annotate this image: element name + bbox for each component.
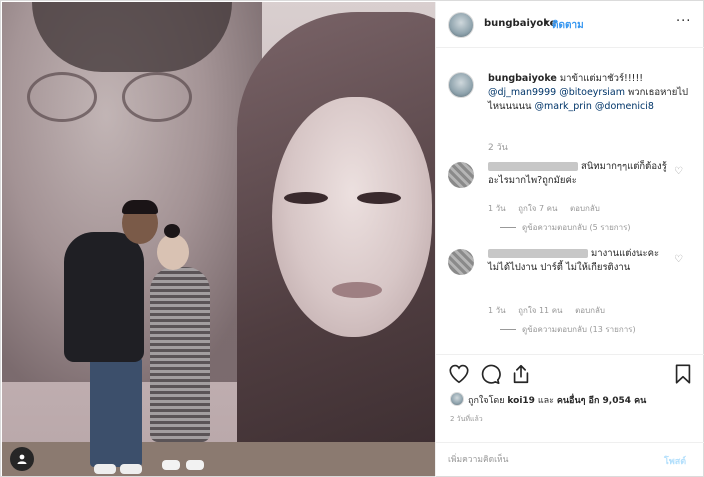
poster-glasses-left — [27, 72, 97, 122]
reply-button[interactable]: ตอบกลับ — [575, 306, 605, 315]
poster-lips — [332, 282, 382, 298]
likes-others-count[interactable]: คนอื่นๆ อีก 9,054 คน — [557, 396, 646, 406]
user-tag-button[interactable] — [10, 447, 34, 471]
comment-text: สนิทมากๆๆแต่ก็ต้องรู้อะไรมากไพ?ถูกมัยค่ะ — [488, 160, 673, 188]
comment-meta: 1 วัน ถูกใจ 11 คน ตอบกลับ — [488, 304, 615, 317]
post-side-panel: bungbaiyoke • ติดตาม ··· bungbaiyoke มาข… — [435, 2, 704, 477]
liker-username[interactable]: koi19 — [507, 396, 535, 406]
poster-woman-face — [272, 97, 432, 337]
floor — [2, 442, 435, 476]
comment-time[interactable]: 1 วัน — [488, 306, 506, 315]
comment-meta: 1 วัน ถูกใจ 7 คน ตอบกลับ — [488, 202, 610, 215]
instagram-post: bungbaiyoke • ติดตาม ··· bungbaiyoke มาข… — [0, 0, 704, 477]
heart-icon[interactable] — [448, 363, 470, 385]
blurred-username — [488, 249, 588, 258]
poster-eye-right — [357, 192, 401, 204]
woman-body — [150, 267, 210, 442]
comment-input[interactable] — [448, 451, 648, 469]
view-replies-label: ดูข้อความตอบกลับ (13 รายการ) — [522, 325, 636, 334]
mention-link[interactable]: @domenici8 — [595, 101, 654, 112]
shoe — [162, 460, 180, 470]
replies-dash — [500, 329, 516, 330]
likes-summary[interactable]: ถูกใจโดย koi19 และ คนอื่นๆ อีก 9,054 คน — [468, 393, 646, 407]
caption-avatar[interactable] — [448, 72, 474, 98]
comment-like-icon[interactable]: ♡ — [674, 254, 683, 265]
comment-like-count[interactable]: ถูกใจ 7 คน — [518, 204, 557, 213]
man-hair — [122, 200, 158, 214]
likes-conjunction: และ — [537, 396, 554, 406]
comment-text: มางานแต่งนะคะ ไม่ได้ไปงาน ปาร์ตี้ ไม่ให้… — [488, 247, 673, 275]
woman-head — [157, 234, 189, 270]
bookmark-icon[interactable] — [672, 363, 694, 385]
avatar[interactable] — [448, 12, 474, 38]
poster-glasses-right — [122, 72, 192, 122]
separator-dot: • — [543, 16, 550, 29]
shoe — [94, 464, 116, 474]
man-body — [64, 232, 144, 362]
liker-avatar[interactable] — [450, 392, 464, 406]
view-replies-button[interactable]: ดูข้อความตอบกลับ (5 รายการ) — [500, 221, 631, 234]
woman-hair-bun — [164, 224, 180, 238]
user-tag-icon — [17, 454, 27, 464]
caption-username[interactable]: bungbaiyoke — [488, 73, 557, 84]
action-bar — [436, 354, 704, 394]
post-comment-button[interactable]: โพสต์ — [664, 454, 686, 468]
comment-like-icon[interactable]: ♡ — [674, 166, 683, 177]
commenter-avatar-blurred[interactable] — [448, 162, 474, 188]
caption-body: มาข้าแต่มาชัวร์!!!!! — [559, 73, 644, 84]
mention-link[interactable]: @bitoeyrsiam — [559, 87, 625, 98]
man-legs — [90, 357, 142, 467]
comment-like-count[interactable]: ถูกใจ 11 คน — [518, 306, 562, 315]
comment-time[interactable]: 1 วัน — [488, 204, 506, 213]
caption-text: bungbaiyoke มาข้าแต่มาชัวร์!!!!! @dj_man… — [488, 72, 693, 114]
replies-dash — [500, 227, 516, 228]
follow-button[interactable]: ติดตาม — [552, 18, 584, 33]
add-comment-bar: โพสต์ — [436, 442, 704, 477]
mention-link[interactable]: @dj_man9999 — [488, 87, 556, 98]
comment-icon[interactable] — [479, 363, 501, 385]
shoe — [186, 460, 204, 470]
poster-eye-left — [284, 192, 328, 204]
view-replies-button[interactable]: ดูข้อความตอบกลับ (13 รายการ) — [500, 323, 636, 336]
post-photo[interactable] — [2, 2, 435, 476]
reply-button[interactable]: ตอบกลับ — [570, 204, 600, 213]
post-timestamp[interactable]: 2 วันที่แล้ว — [450, 414, 483, 425]
post-header: bungbaiyoke • ติดตาม ··· — [436, 2, 704, 48]
shoe — [120, 464, 142, 474]
more-icon[interactable]: ··· — [676, 14, 691, 29]
view-replies-label: ดูข้อความตอบกลับ (5 รายการ) — [522, 223, 631, 232]
share-icon[interactable] — [510, 363, 532, 385]
blurred-username — [488, 162, 578, 171]
caption-time[interactable]: 2 วัน — [488, 140, 508, 154]
commenter-avatar-blurred[interactable] — [448, 249, 474, 275]
mention-link[interactable]: @mark_prin — [535, 101, 592, 112]
likes-prefix: ถูกใจโดย — [468, 396, 505, 406]
